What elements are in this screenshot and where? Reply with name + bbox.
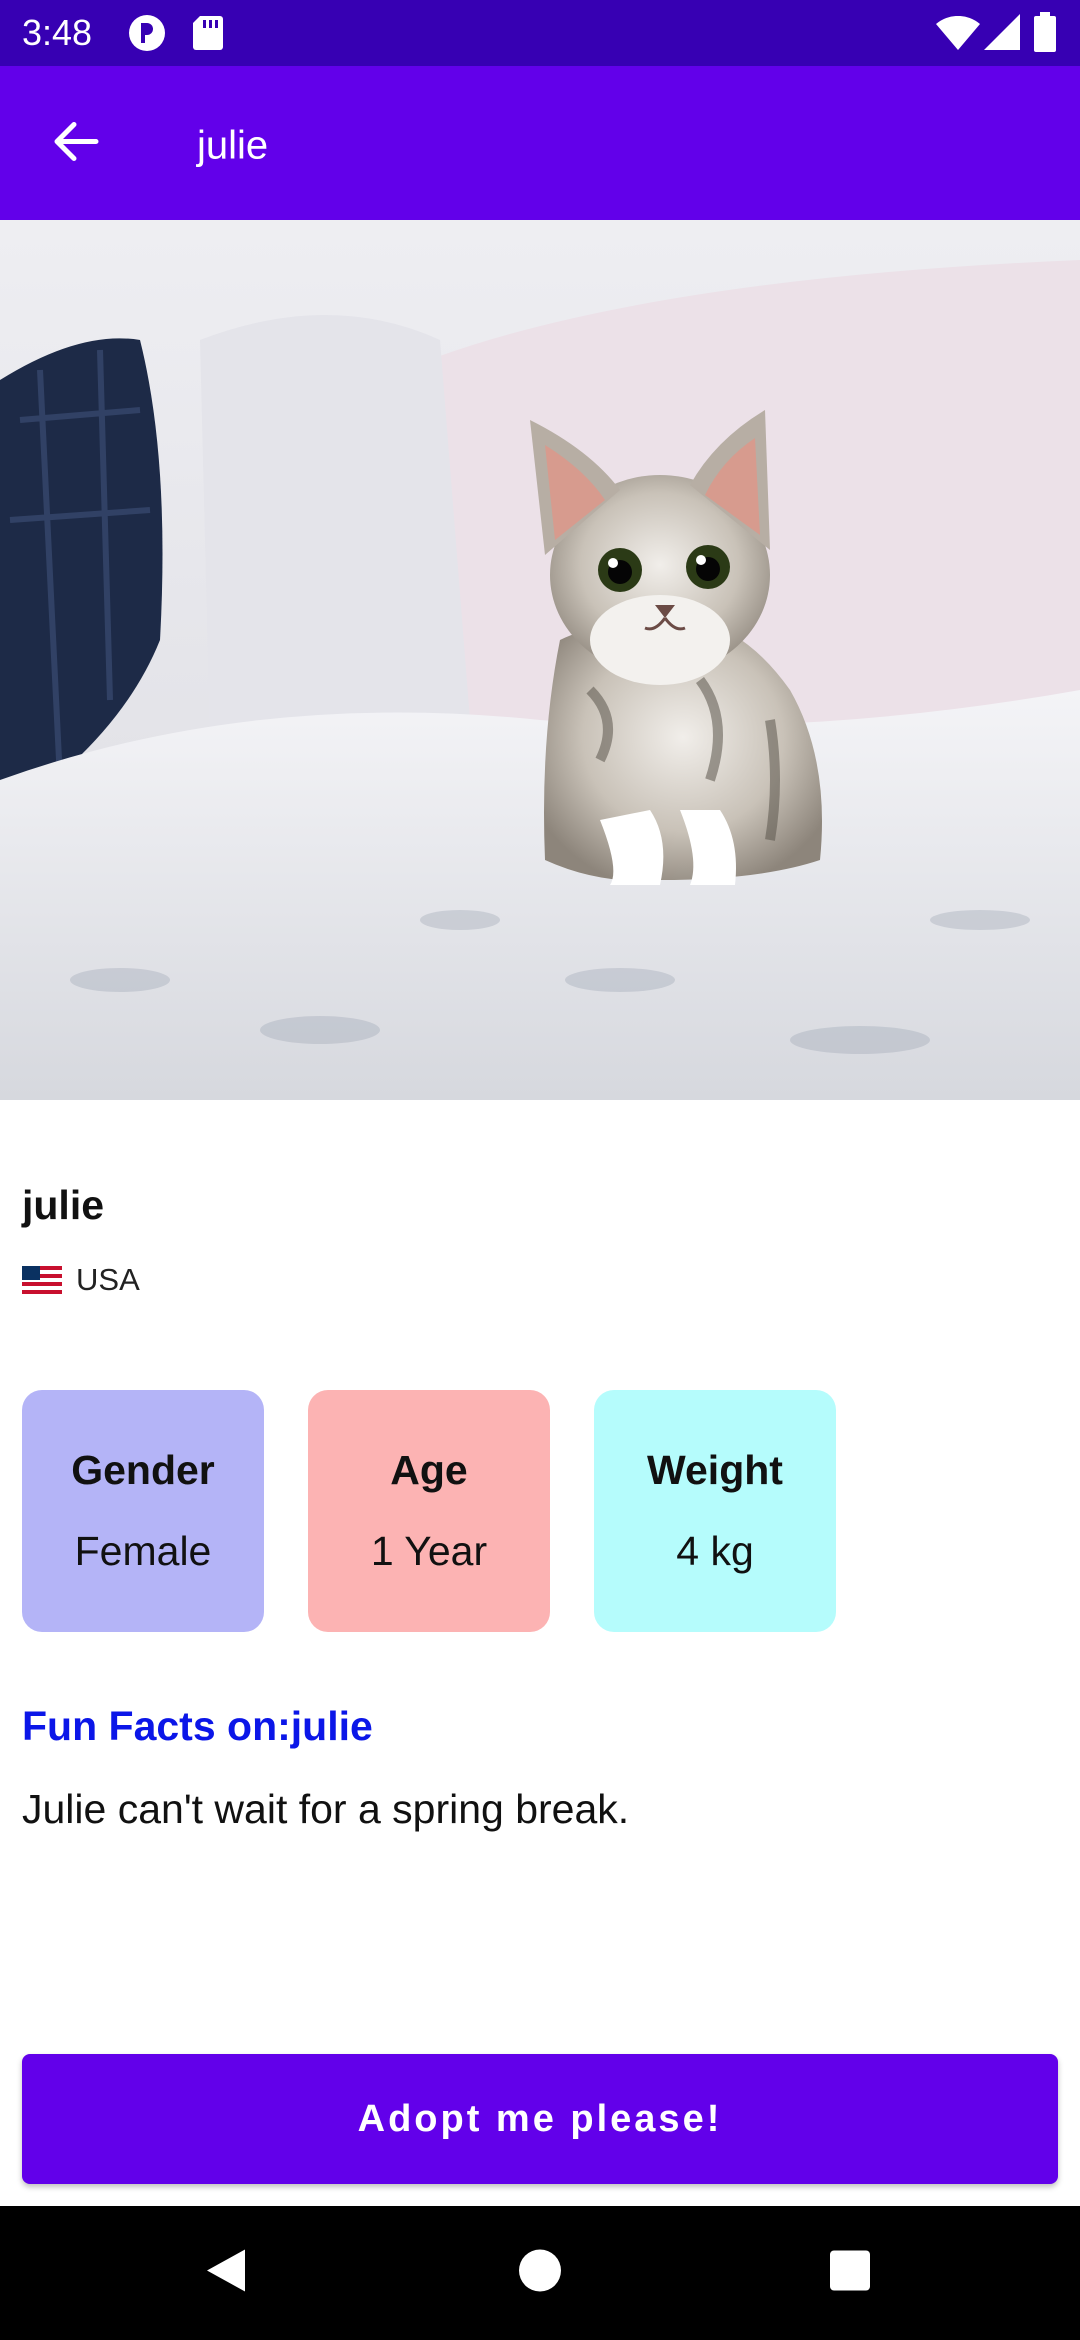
home-circle-icon[interactable] xyxy=(518,2249,562,2298)
age-label: Age xyxy=(390,1447,468,1493)
wifi-icon xyxy=(936,15,980,55)
gender-value: Female xyxy=(74,1528,212,1574)
fun-facts-title: Fun Facts on:julie xyxy=(22,1703,373,1749)
back-triangle-icon[interactable] xyxy=(205,2248,247,2299)
pet-photo xyxy=(0,220,1080,1100)
battery-icon xyxy=(1034,12,1056,57)
country-label: USA xyxy=(76,1262,140,1297)
weight-value: 4 kg xyxy=(676,1528,754,1574)
fun-facts-text: Julie can't wait for a spring break. xyxy=(22,1786,630,1832)
weight-card: Weight 4 kg xyxy=(594,1390,836,1632)
notification-app-icon xyxy=(128,14,166,57)
back-arrow-icon[interactable] xyxy=(48,115,102,174)
signal-icon xyxy=(984,14,1020,55)
gender-label: Gender xyxy=(71,1447,215,1493)
gender-card: Gender Female xyxy=(22,1390,264,1632)
pet-country: USA xyxy=(22,1262,140,1298)
status-time: 3:48 xyxy=(22,12,93,53)
app-bar-title: julie xyxy=(197,123,269,168)
age-card: Age 1 Year xyxy=(308,1390,550,1632)
app-bar: julie xyxy=(0,66,1080,220)
sd-card-icon xyxy=(192,14,224,57)
status-bar: 3:48 xyxy=(0,0,1080,66)
system-nav-bar xyxy=(0,2206,1080,2340)
adopt-button[interactable]: Adopt me please! xyxy=(22,2054,1058,2184)
pet-name: julie xyxy=(22,1182,105,1228)
recents-square-icon[interactable] xyxy=(829,2250,871,2297)
weight-label: Weight xyxy=(647,1447,783,1493)
us-flag-icon xyxy=(22,1266,62,1294)
age-value: 1 Year xyxy=(370,1528,488,1574)
